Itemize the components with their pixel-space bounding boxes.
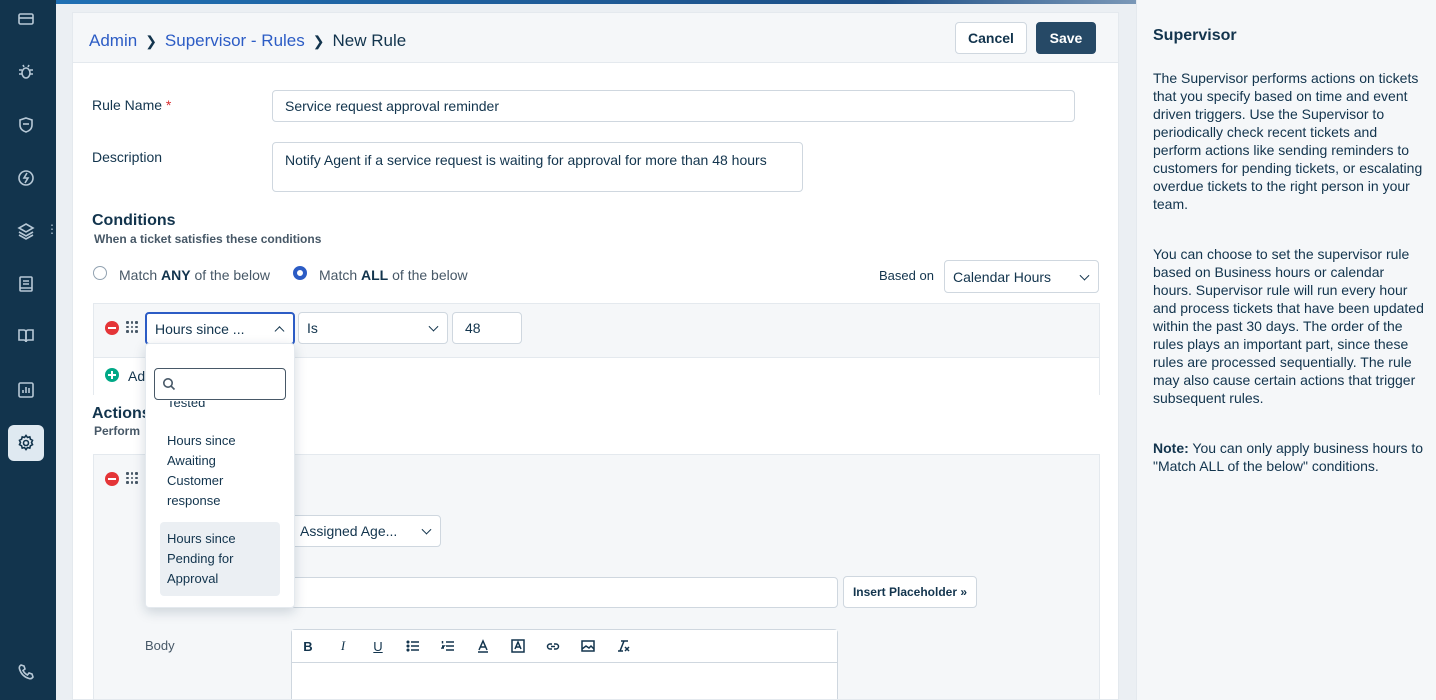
- underline-icon[interactable]: U: [368, 636, 388, 656]
- book-icon[interactable]: [8, 318, 44, 354]
- dropdown-option[interactable]: Tested: [160, 401, 280, 413]
- dropdown-options: Tested Hours since Awaiting Customer res…: [146, 401, 294, 607]
- highlight-icon[interactable]: [508, 636, 528, 656]
- actions-title: Actions: [92, 405, 151, 422]
- italic-icon[interactable]: I: [333, 636, 353, 656]
- condition-operator-value: Is: [307, 320, 318, 336]
- lightning-icon[interactable]: [8, 160, 44, 196]
- remove-action-icon[interactable]: [105, 472, 119, 486]
- page-title: New Rule: [332, 31, 407, 50]
- reports-icon[interactable]: [8, 372, 44, 408]
- clear-format-icon[interactable]: [613, 636, 633, 656]
- font-color-icon[interactable]: [473, 636, 493, 656]
- bug-icon[interactable]: [8, 54, 44, 90]
- editor-toolbar: B I U: [292, 630, 837, 663]
- help-paragraph: You can choose to set the supervisor rul…: [1153, 246, 1424, 406]
- rule-name-label: Rule Name *: [92, 97, 172, 113]
- breadcrumb: Admin ❯ Supervisor - Rules ❯ New Rule: [89, 31, 406, 51]
- help-note: Note: You can only apply business hours …: [1153, 440, 1424, 474]
- add-condition-label[interactable]: Ad: [128, 368, 145, 384]
- chevron-down-icon: [421, 524, 432, 535]
- numbered-list-icon[interactable]: [438, 636, 458, 656]
- image-icon[interactable]: [578, 636, 598, 656]
- match-any-label[interactable]: Match ANY of the below: [119, 267, 270, 283]
- required-mark: *: [165, 97, 172, 113]
- match-all-label[interactable]: Match ALL of the below: [319, 267, 468, 283]
- conditions-subtitle: When a ticket satisfies these conditions: [94, 232, 322, 246]
- body-label: Body: [145, 638, 175, 653]
- layers-icon[interactable]: [8, 213, 44, 249]
- send-to-value: Assigned Age...: [300, 523, 398, 539]
- insert-placeholder-button[interactable]: Insert Placeholder »: [843, 576, 977, 608]
- remove-condition-icon[interactable]: [105, 321, 119, 335]
- condition-operator-select[interactable]: Is: [298, 312, 448, 344]
- cancel-button[interactable]: Cancel: [955, 22, 1027, 54]
- condition-value-input[interactable]: 48: [452, 312, 522, 344]
- gear-icon[interactable]: [8, 425, 44, 461]
- chevron-up-icon: [274, 325, 285, 336]
- match-any-radio[interactable]: [93, 266, 107, 280]
- condition-field-value: Hours since ...: [155, 320, 245, 337]
- inventory-icon[interactable]: [8, 266, 44, 302]
- add-condition-icon[interactable]: [105, 368, 119, 382]
- rule-name-input[interactable]: Service request approval reminder: [272, 90, 1075, 122]
- search-icon: [163, 378, 176, 391]
- drag-handle-icon[interactable]: [126, 321, 138, 333]
- bold-icon[interactable]: B: [298, 636, 318, 656]
- chevron-down-icon: [428, 321, 439, 332]
- subject-input[interactable]: [291, 577, 838, 608]
- bullet-list-icon[interactable]: [403, 636, 423, 656]
- breadcrumb-admin[interactable]: Admin: [89, 31, 137, 51]
- based-on-select[interactable]: Calendar Hours: [944, 260, 1099, 293]
- drag-handle-icon[interactable]: [126, 472, 138, 484]
- send-to-select[interactable]: Assigned Age...: [291, 515, 441, 547]
- help-paragraph: The Supervisor performs actions on ticke…: [1153, 70, 1423, 212]
- condition-field-dropdown: Tested Hours since Awaiting Customer res…: [145, 343, 295, 608]
- link-icon[interactable]: [543, 636, 563, 656]
- phone-icon[interactable]: [8, 654, 44, 690]
- chevron-down-icon: [1079, 270, 1090, 281]
- based-on-label: Based on: [879, 268, 934, 283]
- actions-subtitle: Perform: [94, 424, 141, 438]
- page-header: Admin ❯ Supervisor - Rules ❯ New Rule Ca…: [73, 13, 1118, 63]
- description-label: Description: [92, 149, 163, 165]
- match-all-radio[interactable]: [293, 266, 307, 280]
- save-button[interactable]: Save: [1036, 22, 1096, 54]
- dropdown-option[interactable]: Hours since Awaiting Customer response: [160, 431, 280, 511]
- sidebar: ⋮: [0, 0, 58, 700]
- body-editor[interactable]: B I U: [291, 629, 838, 699]
- conditions-title: Conditions: [92, 212, 176, 229]
- help-title: Supervisor: [1153, 27, 1237, 44]
- condition-field-select[interactable]: Hours since ...: [145, 312, 295, 345]
- shield-icon[interactable]: [8, 107, 44, 143]
- based-on-value: Calendar Hours: [953, 268, 1052, 285]
- tickets-icon[interactable]: [8, 1, 44, 37]
- chevron-right-icon: ❯: [145, 32, 157, 49]
- help-panel: Supervisor The Supervisor performs actio…: [1136, 0, 1436, 700]
- dropdown-option-selected[interactable]: Hours since Pending for Approval: [160, 522, 280, 596]
- more-dots-icon[interactable]: ⋮: [46, 223, 58, 235]
- dropdown-search-input[interactable]: [154, 368, 286, 400]
- description-input[interactable]: Notify Agent if a service request is wai…: [272, 142, 803, 192]
- chevron-right-icon: ❯: [312, 32, 325, 49]
- breadcrumb-supervisor-rules[interactable]: Supervisor - Rules: [165, 31, 305, 51]
- rule-editor: Admin ❯ Supervisor - Rules ❯ New Rule Ca…: [72, 12, 1119, 700]
